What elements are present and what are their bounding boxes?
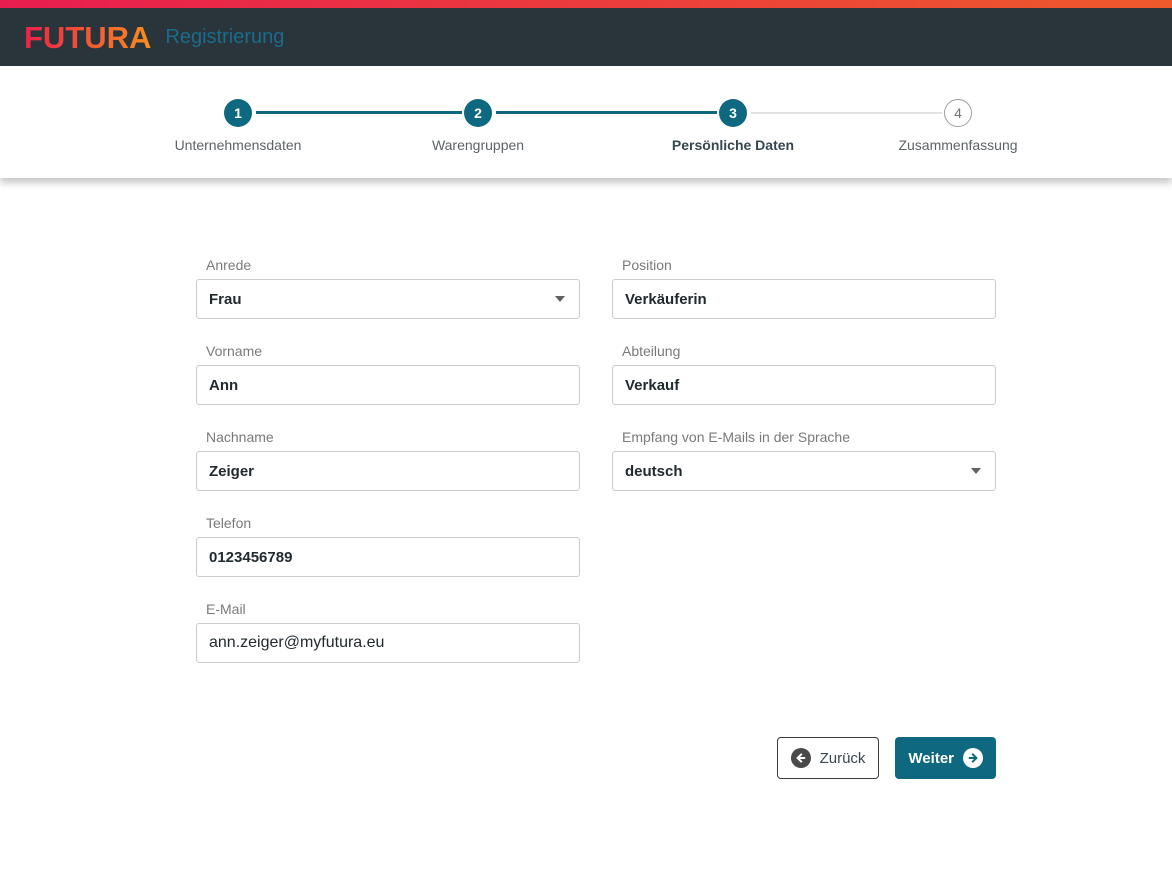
field-sprache: Empfang von E-Mails in der Sprache deuts… bbox=[612, 429, 996, 491]
chevron-down-icon bbox=[971, 468, 981, 474]
field-position: Position bbox=[612, 257, 996, 319]
step-3-circle: 3 bbox=[719, 99, 747, 127]
position-input[interactable] bbox=[612, 279, 996, 319]
step-3-label: Persönliche Daten bbox=[618, 137, 848, 153]
field-anrede: Anrede Frau bbox=[196, 257, 580, 319]
step-warengruppen[interactable]: 2 Warengruppen bbox=[363, 99, 593, 153]
vorname-label: Vorname bbox=[196, 343, 580, 359]
field-nachname: Nachname bbox=[196, 429, 580, 491]
step-2-circle: 2 bbox=[464, 99, 492, 127]
form-column-right: Position Abteilung Empfang von E-Mails i… bbox=[612, 257, 996, 687]
back-button-label: Zurück bbox=[820, 750, 866, 767]
next-button-label: Weiter bbox=[908, 750, 954, 767]
step-1-label: Unternehmensdaten bbox=[123, 137, 353, 153]
anrede-select[interactable]: Frau bbox=[196, 279, 580, 319]
sprache-label: Empfang von E-Mails in der Sprache bbox=[612, 429, 996, 445]
nachname-label: Nachname bbox=[196, 429, 580, 445]
abteilung-input[interactable] bbox=[612, 365, 996, 405]
form-column-left: Anrede Frau Vorname Nachname Telefon E-M… bbox=[196, 257, 580, 687]
arrow-right-circle-icon bbox=[963, 748, 983, 768]
anrede-selected-value: Frau bbox=[209, 291, 242, 308]
step-4-label: Zusammenfassung bbox=[843, 137, 1073, 153]
step-4-circle: 4 bbox=[944, 99, 972, 127]
email-input[interactable] bbox=[196, 623, 580, 663]
email-label: E-Mail bbox=[196, 601, 580, 617]
field-vorname: Vorname bbox=[196, 343, 580, 405]
abteilung-label: Abteilung bbox=[612, 343, 996, 359]
sprache-selected-value: deutsch bbox=[625, 463, 683, 480]
chevron-down-icon bbox=[555, 296, 565, 302]
field-email: E-Mail bbox=[196, 601, 580, 663]
page-title: Registrierung bbox=[165, 26, 284, 49]
telefon-input[interactable] bbox=[196, 537, 580, 577]
field-abteilung: Abteilung bbox=[612, 343, 996, 405]
nachname-input[interactable] bbox=[196, 451, 580, 491]
wizard-actions: Zurück Weiter bbox=[196, 737, 996, 779]
telefon-label: Telefon bbox=[196, 515, 580, 531]
field-telefon: Telefon bbox=[196, 515, 580, 577]
app-header: FUTURA Registrierung bbox=[0, 8, 1172, 66]
registration-stepper: 1 Unternehmensdaten 2 Warengruppen 3 Per… bbox=[0, 66, 1172, 178]
step-2-label: Warengruppen bbox=[363, 137, 593, 153]
next-button[interactable]: Weiter bbox=[895, 737, 996, 779]
sprache-select[interactable]: deutsch bbox=[612, 451, 996, 491]
step-persoenliche-daten[interactable]: 3 Persönliche Daten bbox=[618, 99, 848, 153]
arrow-left-circle-icon bbox=[791, 748, 811, 768]
brand-gradient-strip bbox=[0, 0, 1172, 8]
step-1-circle: 1 bbox=[224, 99, 252, 127]
position-label: Position bbox=[612, 257, 996, 273]
anrede-label: Anrede bbox=[196, 257, 580, 273]
vorname-input[interactable] bbox=[196, 365, 580, 405]
step-zusammenfassung[interactable]: 4 Zusammenfassung bbox=[843, 99, 1073, 153]
back-button[interactable]: Zurück bbox=[777, 737, 880, 779]
step-unternehmensdaten[interactable]: 1 Unternehmensdaten bbox=[123, 99, 353, 153]
futura-logo: FUTURA bbox=[24, 22, 151, 53]
personal-data-form: Anrede Frau Vorname Nachname Telefon E-M… bbox=[0, 178, 1172, 779]
